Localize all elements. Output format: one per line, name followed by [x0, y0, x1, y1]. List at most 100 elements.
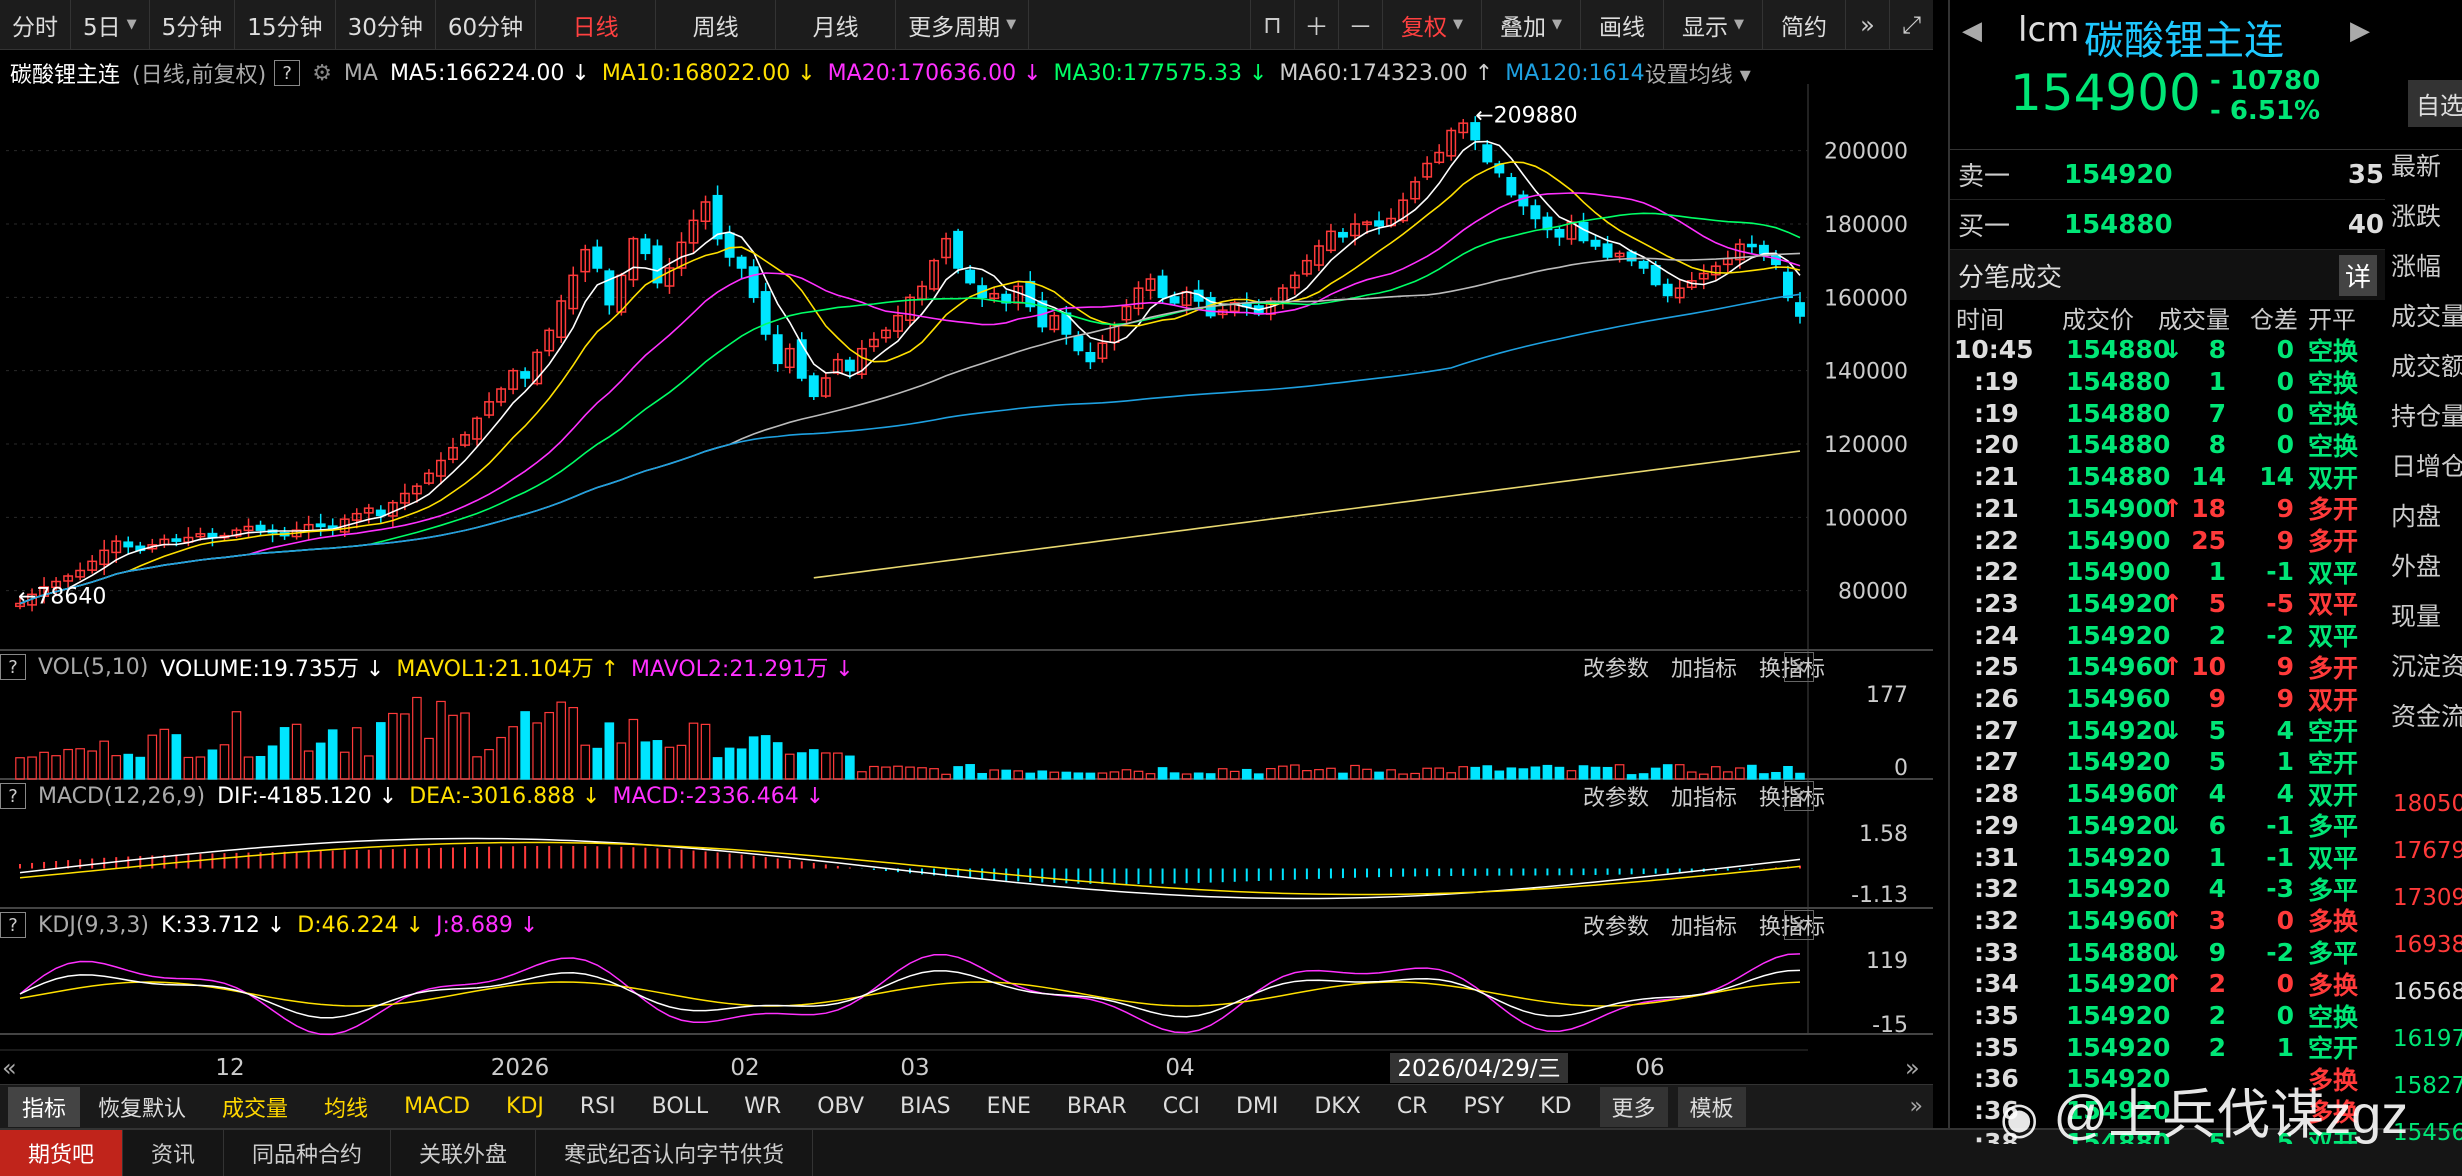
indicator-18[interactable]: KD [1522, 1094, 1589, 1119]
display-button[interactable]: 显示 ▼ [1663, 0, 1762, 49]
side-menu-item[interactable]: 资金流 [2383, 690, 2462, 740]
fast-forward-icon[interactable]: » [1845, 0, 1889, 49]
indicator-15[interactable]: DKX [1296, 1094, 1378, 1119]
volume-bar [953, 766, 963, 780]
close-icon[interactable]: ✕ [1784, 781, 1814, 811]
tick-price: 154900 [2066, 493, 2171, 523]
indicator-14[interactable]: DMI [1218, 1094, 1296, 1119]
add-indicator-button[interactable]: 加指标 [1671, 780, 1737, 812]
period-tab-5min[interactable]: 5分钟 [150, 0, 236, 49]
ticks-detail-button[interactable]: 详 [2338, 254, 2377, 296]
tick-type: 多换 [2308, 907, 2359, 937]
bottom-tab-4[interactable]: 寒武纪否认向字节供货 [536, 1130, 814, 1176]
period-tab-15min[interactable]: 15分钟 [235, 0, 336, 49]
tick-diff: 0 [2276, 335, 2294, 365]
gear-icon[interactable]: ⚙ [312, 61, 332, 86]
side-menu: 最新 涨跌 涨幅 成交量 成交额 持仓量 日增仓 内盘 外盘 现量 沉淀资 资金流 [2383, 140, 2462, 740]
contract-name: 碳酸锂主连 [10, 63, 121, 88]
indicator-9[interactable]: OBV [799, 1094, 882, 1119]
tick-time: :34 [1974, 969, 2019, 999]
side-menu-item[interactable]: 现量 [2383, 590, 2462, 640]
period-tab-more[interactable]: 更多周期 ▼ [896, 0, 1030, 49]
help-icon[interactable]: ? [274, 60, 301, 86]
fullscreen-icon[interactable]: ⤢ [1889, 0, 1933, 49]
indicator-8[interactable]: WR [726, 1094, 799, 1119]
prev-contract-icon[interactable]: ◀ [1962, 16, 1982, 46]
candle-body [748, 266, 759, 299]
help-icon[interactable]: ? [0, 783, 26, 809]
tick-diff: -1 [2266, 557, 2294, 587]
tick-vol: 9 [2208, 684, 2226, 714]
volume-bar [1049, 771, 1060, 780]
period-tab-weekly[interactable]: 周线 [656, 0, 777, 49]
bottom-tab-1[interactable]: 资讯 [123, 1130, 225, 1176]
edit-params-button[interactable]: 改参数 [1583, 909, 1649, 941]
indicator-3[interactable]: 均线 [306, 1091, 386, 1123]
indicator-13[interactable]: CCI [1145, 1094, 1218, 1119]
tick-diff: -2 [2266, 937, 2294, 967]
volume-bar [1422, 767, 1432, 780]
period-tab-60min[interactable]: 60分钟 [436, 0, 537, 49]
side-menu-item[interactable]: 日增仓 [2383, 440, 2462, 490]
add-indicator-button[interactable]: 加指标 [1671, 909, 1737, 941]
close-icon[interactable]: ✕ [1784, 910, 1814, 940]
side-menu-item[interactable]: 最新 [2383, 140, 2462, 190]
self-select-button[interactable]: 自选 [2408, 80, 2462, 127]
side-menu-item[interactable]: 成交额 [2383, 340, 2462, 390]
indicator-5[interactable]: KDJ [488, 1094, 562, 1119]
period-tab-daily[interactable]: 日线 [536, 0, 657, 49]
lock-icon[interactable]: ⊓ [1250, 0, 1294, 49]
ma20-text: MA20:170636.00 [827, 60, 1017, 86]
overlay-button[interactable]: 叠加 ▼ [1481, 0, 1580, 49]
indicator-6[interactable]: RSI [562, 1094, 634, 1119]
indicator-2[interactable]: 成交量 [204, 1091, 306, 1123]
candle-body [1085, 351, 1096, 363]
side-menu-item[interactable]: 成交量 [2383, 290, 2462, 340]
tick-time: :24 [1974, 620, 2019, 650]
side-menu-item[interactable]: 涨跌 [2383, 190, 2462, 240]
help-icon[interactable]: ? [0, 654, 26, 680]
indicator-1[interactable]: 恢复默认 [80, 1091, 204, 1123]
indicator-12[interactable]: BRAR [1049, 1094, 1145, 1119]
indicator-0[interactable]: 指标 [8, 1086, 81, 1127]
bottom-tab-3[interactable]: 关联外盘 [391, 1130, 537, 1176]
edit-params-button[interactable]: 改参数 [1583, 651, 1649, 683]
adjust-button[interactable]: 复权 ▼ [1382, 0, 1481, 49]
side-menu-item[interactable]: 外盘 [2383, 540, 2462, 590]
zoom-out-icon[interactable]: － [1338, 0, 1382, 49]
bottom-tab-0[interactable]: 期货吧 [0, 1130, 124, 1176]
ma-setting-button[interactable]: 设置均线 ▾ [1645, 57, 1751, 89]
next-contract-icon[interactable]: ▶ [2350, 16, 2370, 46]
draw-button[interactable]: 画线 [1580, 0, 1663, 49]
tick-diff: -3 [2266, 874, 2294, 904]
indicator-19[interactable]: 更多 [1599, 1086, 1668, 1127]
period-tab-monthly[interactable]: 月线 [776, 0, 897, 49]
period-tab-intraday[interactable]: 分时 [0, 0, 71, 49]
zoom-in-icon[interactable]: ＋ [1294, 0, 1338, 49]
indicator-4[interactable]: MACD [386, 1094, 488, 1119]
indicator-11[interactable]: ENE [969, 1094, 1049, 1119]
vol-name: VOL(5,10) [38, 654, 149, 680]
indicator-7[interactable]: BOLL [634, 1094, 727, 1119]
indicator-20[interactable]: 模板 [1677, 1086, 1746, 1127]
help-icon[interactable]: ? [0, 912, 26, 938]
volume-text: VOLUME:19.735万 [160, 657, 359, 682]
indicator-17[interactable]: PSY [1445, 1094, 1522, 1119]
mavol1-text: MAVOL1:21.104万 [396, 657, 594, 682]
volume-bar [1542, 764, 1553, 780]
indicator-16[interactable]: CR [1379, 1094, 1446, 1119]
add-indicator-button[interactable]: 加指标 [1671, 651, 1737, 683]
indicator-10[interactable]: BIAS [882, 1094, 969, 1119]
side-menu-item[interactable]: 持仓量 [2383, 390, 2462, 440]
edit-params-button[interactable]: 改参数 [1583, 780, 1649, 812]
simple-button[interactable]: 简约 [1762, 0, 1845, 49]
side-menu-item[interactable]: 内盘 [2383, 490, 2462, 540]
scroll-right-icon[interactable]: » [1900, 1094, 1933, 1119]
side-menu-item[interactable]: 涨幅 [2383, 240, 2462, 290]
period-tab-30min[interactable]: 30分钟 [336, 0, 436, 49]
close-icon[interactable]: ✕ [1784, 652, 1814, 682]
bottom-tab-2[interactable]: 同品种合约 [224, 1130, 392, 1176]
side-menu-item[interactable]: 沉淀资 [2383, 640, 2462, 690]
period-tab-5day[interactable]: 5日 ▼ [71, 0, 150, 49]
tick-time: 10:45 [1954, 335, 2034, 365]
